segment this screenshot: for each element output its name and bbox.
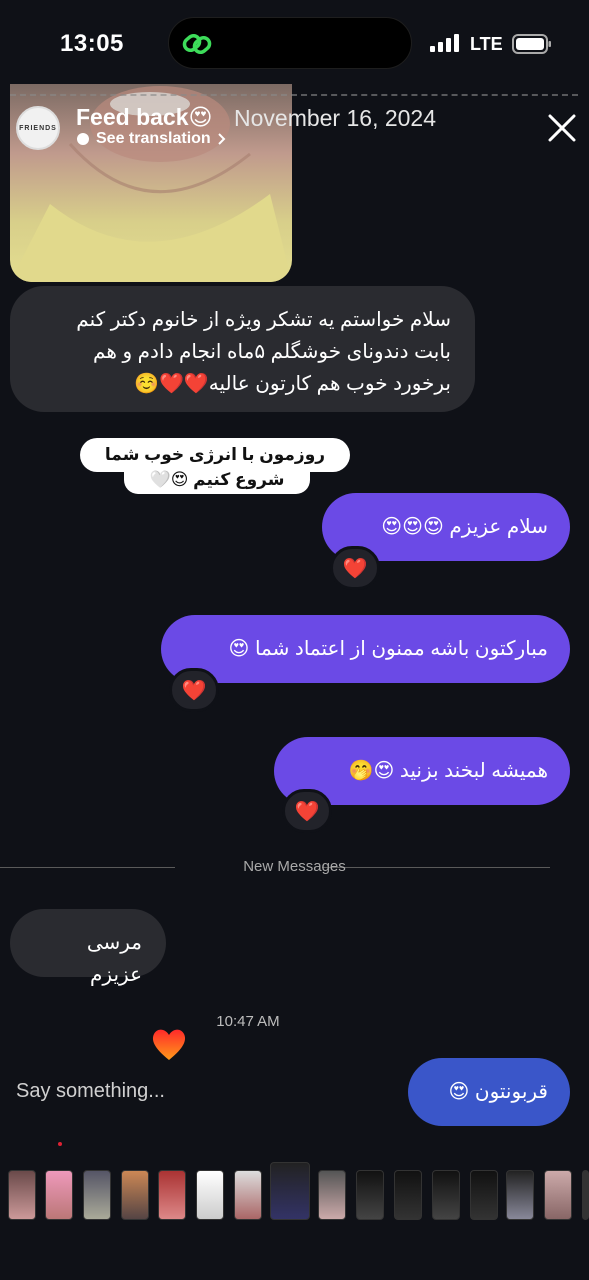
sticker-line-2: شروع کنیم 😍🤍 — [149, 470, 285, 489]
message-text: همیشه لبخند بزنید 😍🤭 — [348, 760, 548, 782]
message-input[interactable]: Say something... — [16, 1080, 165, 1103]
heart-reaction[interactable]: ❤️ — [169, 668, 219, 712]
story-thumbnail[interactable] — [121, 1170, 149, 1220]
incoming-message[interactable]: مرسی عزیزم — [10, 909, 166, 986]
message-text: سلام خواستم یه تشکر ویژه از خانوم دکتر ک… — [76, 309, 451, 395]
story-thumbnail[interactable] — [582, 1170, 589, 1220]
story-progress — [10, 94, 578, 96]
see-translation-link[interactable]: See translation — [76, 130, 227, 148]
story-thumbnail[interactable] — [83, 1170, 111, 1220]
link-icon — [182, 33, 212, 55]
new-messages-label: New Messages — [243, 858, 346, 875]
story-thumbnail[interactable] — [234, 1170, 262, 1220]
message-text: قربونتون 😍 — [448, 1081, 548, 1103]
see-translation-label: See translation — [96, 130, 211, 147]
message-text: سلام عزیزم 😍😍😍 — [381, 516, 548, 538]
story-thumbnail[interactable] — [506, 1170, 534, 1220]
story-thumbnail[interactable] — [544, 1170, 572, 1220]
avatar[interactable]: FRIENDS — [16, 106, 60, 150]
story-thumbnail[interactable] — [45, 1170, 73, 1220]
heart-icon: ❤️ — [342, 557, 368, 580]
message-timestamp: 10:47 AM — [216, 1013, 280, 1030]
story-thumbnails — [8, 1162, 589, 1222]
heart-reaction[interactable]: ❤️ — [282, 789, 332, 833]
story-title[interactable]: Feed back😍 — [76, 104, 212, 131]
chevron-right-icon — [217, 133, 226, 145]
story-thumbnail[interactable] — [158, 1170, 186, 1220]
story-thumbnail[interactable] — [196, 1170, 224, 1220]
heart-reaction[interactable]: ❤️ — [330, 546, 380, 590]
text-sticker-line: شروع کنیم 😍🤍 — [124, 466, 310, 494]
outgoing-message[interactable]: مبارکتون باشه ممنون از اعتماد شما 😍 — [161, 615, 570, 683]
story-date: November 16, 2024 — [234, 105, 437, 131]
story-thumbnail[interactable] — [318, 1170, 346, 1220]
story-thumbnail[interactable] — [8, 1170, 36, 1220]
story-thumbnail[interactable] — [270, 1162, 310, 1220]
network-type: LTE — [470, 34, 503, 54]
incoming-message[interactable]: سلام خواستم یه تشکر ویژه از خانوم دکتر ک… — [10, 286, 475, 412]
outgoing-message[interactable]: قربونتون 😍 — [408, 1058, 570, 1126]
chat-bubble-icon — [77, 133, 89, 145]
heart-icon — [152, 1029, 186, 1060]
sticker-line-1: روزمون با انرژی خوب شما — [104, 445, 326, 464]
clock: 13:05 — [60, 30, 124, 57]
battery-icon — [512, 34, 551, 54]
dynamic-island — [168, 17, 412, 69]
heart-icon: ❤️ — [294, 800, 320, 823]
message-text: مرسی عزیزم — [86, 932, 142, 986]
input-placeholder: Say something... — [16, 1080, 165, 1102]
story-thumbnail[interactable] — [470, 1170, 498, 1220]
signal-icon — [430, 34, 459, 52]
status-bar: 13:05 LTE — [0, 0, 589, 84]
story-thumbnail[interactable] — [356, 1170, 384, 1220]
indicator-dot — [58, 1142, 62, 1146]
story-thumbnail[interactable] — [394, 1170, 422, 1220]
close-icon[interactable] — [546, 112, 578, 144]
heart-icon: ❤️ — [181, 679, 207, 702]
story-thumbnail[interactable] — [432, 1170, 460, 1220]
message-text: مبارکتون باشه ممنون از اعتماد شما 😍 — [228, 638, 548, 660]
